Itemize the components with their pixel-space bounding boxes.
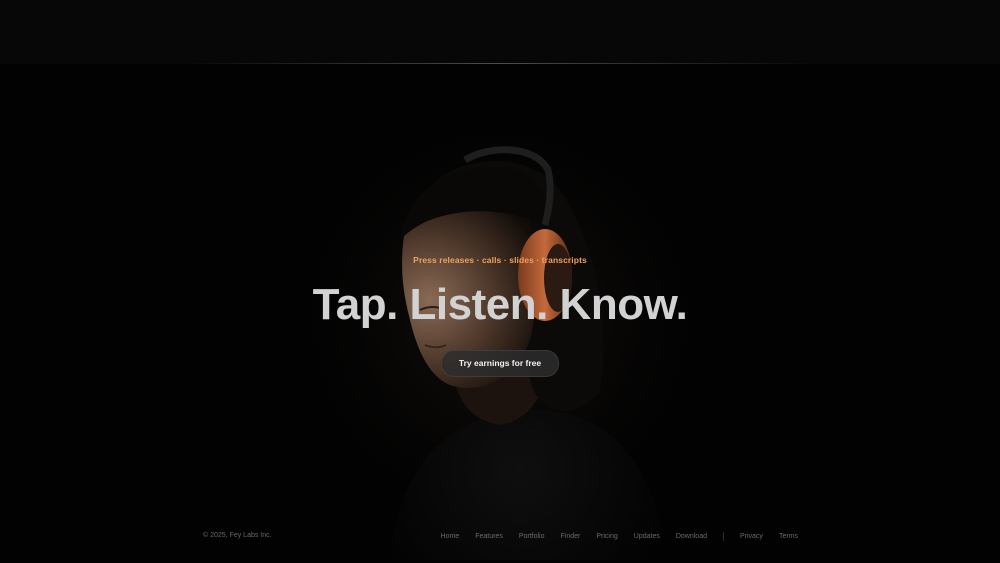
footer-nav: Home Features Portfolio Finder Pricing U… xyxy=(425,532,798,541)
footer-link-privacy[interactable]: Privacy xyxy=(740,533,763,540)
hero-headline: Tap. Listen. Know. xyxy=(312,280,688,329)
footer-link-pricing[interactable]: Pricing xyxy=(596,533,617,540)
footer-link-terms[interactable]: Terms xyxy=(779,533,798,540)
copyright-text: © 2025, Fey Labs Inc. xyxy=(203,532,272,539)
footer-divider xyxy=(722,532,724,541)
footer-link-home[interactable]: Home xyxy=(441,533,460,540)
footer-link-updates[interactable]: Updates xyxy=(634,533,660,540)
footer-link-portfolio[interactable]: Portfolio xyxy=(519,533,545,540)
footer-link-download[interactable]: Download xyxy=(676,533,707,540)
try-earnings-button[interactable]: Try earnings for free xyxy=(440,350,560,377)
footer-link-finder[interactable]: Finder xyxy=(561,533,581,540)
hero-section: Press releases · calls · slides · transc… xyxy=(0,255,1000,377)
landing-page: Press releases · calls · slides · transc… xyxy=(0,0,1000,563)
hero-eyebrow-text: Press releases · calls · slides · transc… xyxy=(413,255,587,265)
top-header-bar xyxy=(0,0,1000,64)
footer-link-features[interactable]: Features xyxy=(475,533,503,540)
footer: © 2025, Fey Labs Inc. Home Features Port… xyxy=(0,529,1000,543)
header-divider xyxy=(180,63,820,64)
